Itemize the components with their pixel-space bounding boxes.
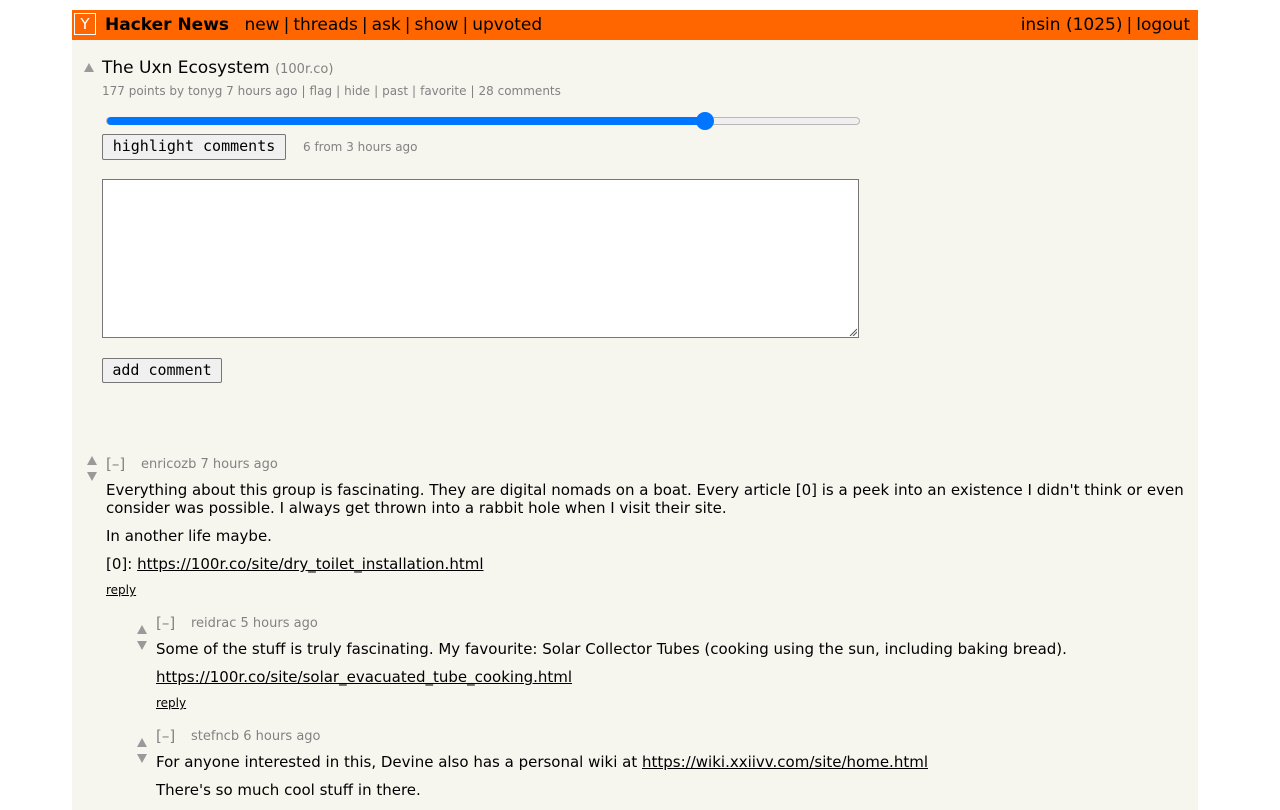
story-comments-link[interactable]: 28 comments (479, 84, 561, 98)
main-nav: Hacker News new | threads | ask | show | upvoted (105, 15, 542, 35)
nav-separator: | (462, 15, 469, 35)
resize-grip-icon[interactable] (849, 328, 857, 336)
highlight-info: 6 from 3 hours ago (303, 140, 418, 154)
comment-downvote-arrow-icon[interactable] (137, 754, 147, 763)
comment-age-link[interactable]: 6 hours ago (243, 729, 320, 744)
comment-text: [0]: https://100r.co/site/dry_toilet_ins… (106, 555, 483, 573)
highlight-comments-button[interactable]: highlight comments (102, 134, 286, 160)
nav-show-link[interactable]: show (415, 15, 459, 35)
story-age-link[interactable]: 7 hours ago (226, 84, 297, 98)
subline-separator: | (374, 84, 379, 98)
reply-link[interactable]: reply (106, 583, 136, 597)
comment-text: For anyone interested in this, Devine al… (156, 753, 928, 771)
comment-header: enricozb 7 hours ago (141, 457, 278, 472)
nav-separator: | (283, 15, 290, 35)
comment-text: Some of the stuff is truly fascinating. … (156, 640, 1067, 658)
subline-separator: | (412, 84, 417, 98)
nav-separator: | (1126, 15, 1133, 35)
comment-text: In another life maybe. (106, 527, 272, 545)
comment-collapse-toggle[interactable]: [–] (106, 455, 125, 473)
comment-text-prefix: For anyone interested in this, Devine al… (156, 753, 643, 771)
subline-separator: | (301, 84, 306, 98)
reply-link[interactable]: reply (156, 696, 186, 710)
subline-separator: | (470, 84, 475, 98)
slider-fill (107, 117, 705, 125)
nav-new-link[interactable]: new (244, 15, 279, 35)
story-subline: 177 points by tonyg 7 hours ago | flag | hid… (102, 84, 561, 98)
comment-ref-prefix: [0]: (106, 555, 138, 573)
comment-text: https://100r.co/site/solar_evacuated_tub… (156, 668, 572, 686)
comment-collapse-toggle[interactable]: [–] (156, 727, 175, 745)
comment-link[interactable]: https://wiki.xxiivv.com/site/home.html (642, 753, 928, 771)
hn-logo[interactable]: Y (74, 13, 96, 35)
slider-thumb[interactable] (695, 112, 714, 130)
story-title-link[interactable]: The Uxn Ecosystem (102, 58, 270, 78)
subline-separator: | (336, 84, 341, 98)
story-author-link[interactable]: tonyg (188, 84, 222, 98)
comment-upvote-arrow-icon[interactable] (137, 625, 147, 634)
nav-separator: | (361, 15, 368, 35)
comment-age-link[interactable]: 5 hours ago (241, 616, 318, 631)
comment-author-link[interactable]: enricozb (141, 457, 196, 472)
story-upvote-arrow-icon[interactable] (84, 63, 94, 72)
comment-downvote-arrow-icon[interactable] (87, 472, 97, 481)
top-bar: Y Hacker News new | threads | ask | show | upvot… (72, 10, 1198, 40)
comment-collapse-toggle[interactable]: [–] (156, 614, 175, 632)
comment-age-link[interactable]: 7 hours ago (201, 457, 278, 472)
nav-upvoted-link[interactable]: upvoted (472, 15, 542, 35)
site-title-link[interactable]: Hacker News (105, 15, 229, 35)
user-box: insin (1025) | logout (1021, 15, 1190, 35)
story-points: 177 points (102, 84, 166, 98)
nav-threads-link[interactable]: threads (293, 15, 358, 35)
comment-header: reidrac 5 hours ago (191, 616, 318, 631)
comment-textarea[interactable] (102, 179, 859, 338)
story-favorite-link[interactable]: favorite (420, 84, 466, 98)
nav-separator: | (404, 15, 411, 35)
story-hide-link[interactable]: hide (344, 84, 370, 98)
comment-author-link[interactable]: reidrac (191, 616, 236, 631)
comment-link[interactable]: https://100r.co/site/dry_toilet_installa… (137, 555, 483, 573)
comment-link[interactable]: https://100r.co/site/solar_evacuated_tub… (156, 668, 572, 686)
highlight-slider[interactable] (106, 112, 860, 130)
nav-ask-link[interactable]: ask (372, 15, 401, 35)
page-container: Y Hacker News new | threads | ask | show | upvot… (72, 10, 1198, 810)
logout-link[interactable]: logout (1136, 15, 1190, 35)
karma-count: (1025) (1065, 15, 1123, 35)
comment-text: Everything about this group is fascinati… (106, 481, 1184, 517)
username-link[interactable]: insin (1021, 15, 1061, 35)
story-site-link[interactable]: (100r.co) (275, 62, 333, 77)
comment-header: stefncb 6 hours ago (191, 729, 321, 744)
comment-author-link[interactable]: stefncb (191, 729, 239, 744)
add-comment-button[interactable]: add comment (102, 358, 222, 383)
comment-upvote-arrow-icon[interactable] (137, 738, 147, 747)
comment-text: There's so much cool stuff in there. (156, 781, 421, 799)
story-title-row: The Uxn Ecosystem (100r.co) (102, 58, 333, 80)
comment-downvote-arrow-icon[interactable] (137, 641, 147, 650)
story-flag-link[interactable]: flag (310, 84, 333, 98)
story-by-label: by (169, 84, 185, 98)
story-past-link[interactable]: past (382, 84, 408, 98)
comment-upvote-arrow-icon[interactable] (87, 456, 97, 465)
